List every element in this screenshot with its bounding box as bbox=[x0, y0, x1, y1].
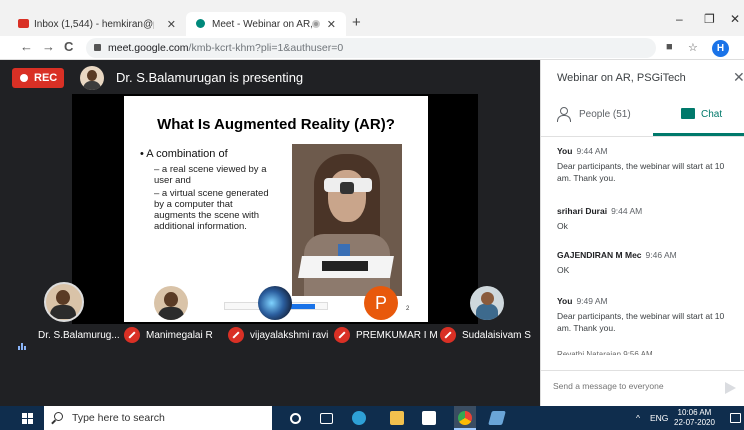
browser-tab-strip: Inbox (1,544) - hemkiran@psgit ✕ Meet - … bbox=[0, 0, 744, 36]
participant-avatar: P bbox=[364, 286, 398, 320]
mic-off-icon bbox=[334, 327, 350, 343]
windows-start-icon[interactable] bbox=[22, 413, 33, 424]
participant-name: Manimegalai R bbox=[146, 330, 213, 341]
slide-sub-bullet: – a virtual scene generated by a compute… bbox=[154, 188, 269, 232]
browser-toolbar: ← → C meet.google.com/kmb-kcrt-khm?pli=1… bbox=[0, 36, 744, 60]
lock-icon bbox=[94, 44, 101, 51]
panel-title: Webinar on AR, PSGiTech bbox=[557, 72, 686, 84]
tab-chat-label: Chat bbox=[701, 109, 723, 120]
close-tab-icon[interactable]: ✕ bbox=[167, 18, 176, 31]
message-time: 9:46 AM bbox=[645, 250, 677, 260]
windows-taskbar: Type here to search ^ ENG 10:06 AM 22-07… bbox=[0, 406, 744, 430]
message-author: You bbox=[557, 296, 573, 306]
notification-icon[interactable] bbox=[730, 413, 741, 423]
meet-icon bbox=[196, 19, 205, 28]
clipped-chat-message: Revathi Natarajan 9:56 AM bbox=[557, 350, 653, 355]
taskbar-search-placeholder: Type here to search bbox=[72, 412, 165, 424]
presenting-label: Dr. S.Balamurugan is presenting bbox=[116, 70, 304, 85]
tab-people[interactable]: People (51) bbox=[557, 107, 631, 122]
mic-off-icon bbox=[124, 327, 140, 343]
message-author: srihari Durai bbox=[557, 206, 608, 216]
participant-name: PREMKUMAR I M bbox=[356, 330, 438, 341]
speaking-indicator-icon bbox=[18, 332, 28, 350]
slide-bullet: • A combination of bbox=[140, 148, 228, 160]
language-indicator[interactable]: ENG bbox=[650, 413, 668, 423]
close-window-button[interactable]: ✕ bbox=[730, 12, 740, 26]
minimize-button[interactable]: – bbox=[676, 12, 683, 26]
new-tab-button[interactable]: + bbox=[352, 14, 361, 31]
url-path: /kmb-kcrt-khm?pli=1&authuser=0 bbox=[188, 42, 344, 54]
task-view-icon[interactable] bbox=[320, 413, 333, 424]
tab-inbox[interactable]: Inbox (1,544) - hemkiran@psgit ✕ bbox=[8, 12, 186, 36]
message-time: 9:49 AM bbox=[576, 296, 608, 306]
tab-chat[interactable]: Chat bbox=[681, 108, 723, 120]
participant-avatar bbox=[154, 286, 188, 320]
edge-icon[interactable] bbox=[352, 411, 366, 425]
tab-people-label: People (51) bbox=[579, 109, 631, 120]
chat-message: srihari Durai 9:44 AM Ok bbox=[557, 206, 733, 232]
cortana-icon[interactable] bbox=[290, 413, 301, 424]
participant-avatar bbox=[258, 286, 292, 320]
video-camera-icon[interactable]: ■ bbox=[666, 41, 673, 53]
tray-expand-icon[interactable]: ^ bbox=[636, 413, 640, 423]
message-author: GAJENDIRAN M Mec bbox=[557, 250, 642, 260]
mic-off-icon bbox=[440, 327, 456, 343]
close-panel-button[interactable]: ✕ bbox=[733, 69, 744, 86]
profile-avatar[interactable]: H bbox=[712, 40, 729, 57]
participant-avatar bbox=[470, 286, 504, 320]
chrome-taskbar-button[interactable] bbox=[454, 406, 476, 430]
clock-time: 10:06 AM bbox=[677, 408, 712, 417]
slide-sub-bullet: – a real scene viewed by a user and bbox=[154, 164, 267, 186]
search-icon bbox=[54, 412, 63, 421]
message-text: OK bbox=[557, 265, 570, 275]
send-icon[interactable] bbox=[725, 382, 736, 394]
participant-name: Dr. S.Balamurug... bbox=[38, 330, 120, 341]
chat-message: You 9:44 AM Dear participants, the webina… bbox=[557, 146, 733, 184]
close-tab-icon[interactable]: ✕ bbox=[327, 18, 336, 31]
divider bbox=[541, 136, 744, 137]
reload-button[interactable]: C bbox=[64, 39, 73, 54]
chat-message: You 9:49 AM Dear participants, the webina… bbox=[557, 296, 733, 334]
chat-message: GAJENDIRAN M Mec 9:46 AM OK bbox=[557, 250, 733, 276]
mic-off-icon bbox=[228, 327, 244, 343]
store-icon[interactable] bbox=[422, 411, 436, 425]
tab-inbox-title: Inbox (1,544) - hemkiran@psgit bbox=[34, 18, 154, 30]
slide-page-number: 2 bbox=[406, 306, 410, 312]
forward-button[interactable]: → bbox=[42, 39, 55, 54]
presenter-avatar bbox=[80, 66, 104, 90]
taskbar-clock[interactable]: 10:06 AM 22-07-2020 bbox=[674, 408, 715, 428]
chat-icon bbox=[681, 108, 695, 119]
message-text: Ok bbox=[557, 221, 568, 231]
stop-sharing-button[interactable] bbox=[291, 304, 315, 309]
chat-message-input[interactable] bbox=[553, 381, 713, 391]
participant-name: Sudalaisivam S bbox=[462, 330, 531, 341]
ar-headset-photo bbox=[292, 144, 402, 296]
app-icon[interactable] bbox=[488, 411, 506, 425]
participant-name: vijayalakshmi ravi bbox=[250, 330, 329, 341]
participant-avatar bbox=[44, 282, 84, 322]
maximize-button[interactable]: ❐ bbox=[704, 12, 715, 26]
recording-badge: REC bbox=[12, 68, 64, 88]
address-bar[interactable]: meet.google.com/kmb-kcrt-khm?pli=1&authu… bbox=[86, 38, 656, 58]
tab-meet[interactable]: Meet - Webinar on AR, PSGi ✕ bbox=[186, 12, 346, 36]
chrome-icon bbox=[458, 411, 472, 425]
back-button[interactable]: ← bbox=[20, 39, 33, 54]
star-icon[interactable]: ☆ bbox=[688, 41, 698, 54]
message-text: Dear participants, the webinar will star… bbox=[557, 311, 725, 333]
url-host: meet.google.com bbox=[108, 42, 189, 54]
gmail-icon bbox=[18, 19, 29, 28]
message-author: You bbox=[557, 146, 573, 156]
slide-title: What Is Augmented Reality (AR)? bbox=[157, 116, 395, 133]
message-text: Dear participants, the webinar will star… bbox=[557, 161, 725, 183]
message-time: 9:44 AM bbox=[576, 146, 608, 156]
people-icon bbox=[557, 107, 573, 122]
taskbar-search[interactable]: Type here to search bbox=[44, 406, 272, 430]
message-compose-row bbox=[541, 370, 744, 406]
side-panel: Webinar on AR, PSGiTech ✕ People (51) Ch… bbox=[540, 60, 744, 406]
recording-indicator-icon bbox=[312, 20, 320, 28]
file-explorer-icon[interactable] bbox=[390, 411, 404, 425]
tab-meet-title: Meet - Webinar on AR, PSGi bbox=[212, 18, 312, 30]
message-time: 9:44 AM bbox=[611, 206, 643, 216]
clock-date: 22-07-2020 bbox=[674, 418, 715, 427]
